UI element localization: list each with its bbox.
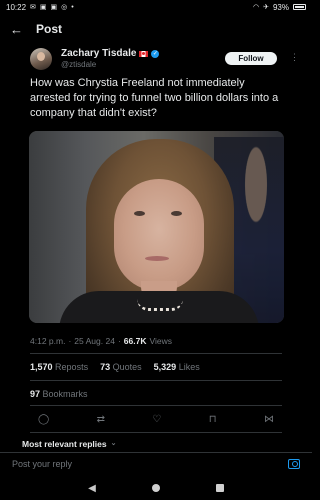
reposts-stat[interactable]: 1,570 Reposts (30, 362, 88, 372)
back-arrow-icon[interactable]: ← (10, 22, 30, 37)
page-title: Post (36, 22, 63, 36)
airplane-icon: ✈ (263, 4, 269, 11)
nav-recents-icon[interactable] (215, 484, 224, 492)
divider (30, 432, 282, 433)
repost-icon[interactable]: ⇄ (97, 414, 105, 425)
avatar[interactable] (30, 48, 52, 70)
separator: · (117, 336, 121, 346)
tweet-stats: 1,570 Reposts 73 Quotes 5,329 Likes (30, 362, 200, 372)
follow-button[interactable]: Follow (225, 52, 277, 65)
likes-count: 5,329 (153, 362, 177, 372)
system-nav-bar: ◀ (0, 476, 312, 500)
photo-eye-left (134, 211, 145, 216)
messenger-icon: ◎ (61, 4, 68, 11)
quotes-count: 73 (100, 362, 111, 372)
nav-home-icon[interactable] (151, 484, 160, 492)
photo-mouth (145, 256, 169, 261)
wifi-icon: ◠ (253, 4, 260, 11)
tweet-media-photo[interactable] (29, 131, 284, 323)
tweet-date: 25 Aug. 24 (74, 336, 115, 346)
app-icon: ▣ (50, 4, 58, 11)
separator: · (68, 336, 72, 346)
canada-flag-icon (139, 50, 149, 57)
share-icon[interactable]: ⋈ (264, 414, 274, 425)
tweet-author[interactable]: Zachary Tisdale ✓ @ztisdale (30, 48, 160, 70)
chevron-down-icon: ⌄ (110, 440, 117, 447)
quotes-stat[interactable]: 73 Quotes (100, 362, 142, 372)
bookmarks-label: Bookmarks (42, 389, 88, 399)
tweet-actions: ◯ ⇄ ♡ ⊓ ⋈ (30, 414, 282, 425)
like-icon[interactable]: ♡ (152, 414, 161, 425)
reposts-count: 1,570 (30, 362, 53, 372)
nav-back-icon[interactable]: ◀ (88, 483, 96, 494)
battery-percent: 93% (272, 2, 289, 12)
dot-icon: • (71, 3, 74, 11)
more-options-icon[interactable]: ⋮ (290, 52, 299, 63)
tweet-time: 4:12 p.m. (30, 336, 66, 346)
divider (30, 380, 282, 381)
photo-eye-right (171, 211, 182, 216)
status-bar: 10:22 ✉ ▣ ▣ ◎ • ◠ ✈ 93% (0, 0, 312, 14)
replies-sort-label: Most relevant replies (22, 439, 107, 449)
bookmarks-count: 97 (30, 389, 41, 399)
quotes-label: Quotes (112, 362, 142, 372)
divider (30, 353, 282, 354)
tweet-text: How was Chrystia Freeland not immediatel… (30, 77, 279, 119)
photo-pearl-necklace (137, 299, 183, 311)
reply-input[interactable]: Post your reply (12, 459, 72, 469)
camera-icon[interactable] (288, 458, 300, 469)
chat-icon: ✉ (30, 4, 36, 11)
bookmarks-stat[interactable]: 97 Bookmarks (30, 389, 88, 399)
reposts-label: Reposts (55, 362, 89, 372)
reply-composer: Post your reply (0, 452, 312, 474)
likes-stat[interactable]: 5,329 Likes (154, 362, 200, 372)
bookmark-icon[interactable]: ⊓ (209, 414, 217, 425)
author-handle[interactable]: @ztisdale (61, 60, 159, 69)
header: ← Post (0, 18, 312, 40)
divider (30, 405, 282, 406)
reply-icon[interactable]: ◯ (38, 414, 49, 425)
author-name[interactable]: Zachary Tisdale (61, 48, 136, 59)
battery-icon (293, 4, 306, 10)
status-time: 10:22 (6, 2, 27, 12)
replies-sort-dropdown[interactable]: Most relevant replies ⌄ (22, 439, 116, 449)
photo-face (114, 179, 204, 291)
views-label: Views (149, 336, 172, 346)
likes-label: Likes (178, 362, 200, 372)
notification-icon: ▣ (39, 4, 47, 11)
verified-badge-icon: ✓ (151, 49, 160, 58)
views-count: 66.7K (123, 336, 147, 346)
tweet-timestamp: 4:12 p.m. · 25 Aug. 24 · 66.7K Views (30, 336, 172, 346)
